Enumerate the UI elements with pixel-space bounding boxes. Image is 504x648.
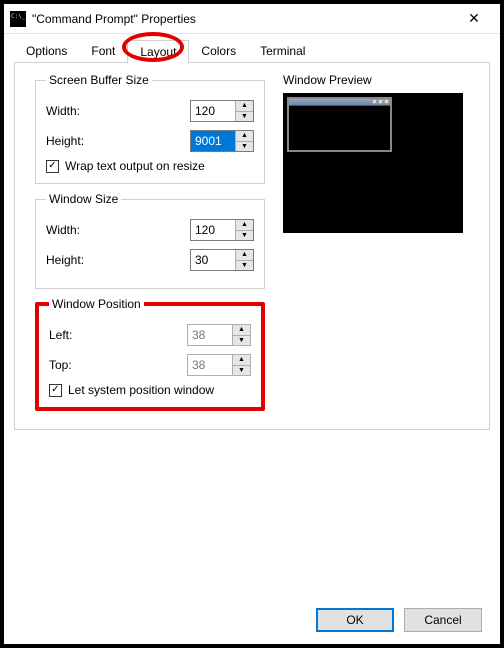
window-position-group: Window Position Left: ▲▼ Top: ▲▼ ✓ Let s… (35, 297, 265, 411)
spin-down-icon: ▼ (233, 366, 250, 376)
ok-button[interactable]: OK (316, 608, 394, 632)
buffer-height-input[interactable] (191, 131, 235, 151)
buffer-height-label: Height: (46, 134, 84, 148)
winsize-height-spinner[interactable]: ▲▼ (190, 249, 254, 271)
spin-up-icon: ▲ (233, 325, 250, 336)
winpos-left-spinner: ▲▼ (187, 324, 251, 346)
spin-down-icon[interactable]: ▼ (236, 231, 253, 241)
winsize-width-label: Width: (46, 223, 80, 237)
spinner-buttons[interactable]: ▲▼ (235, 101, 253, 121)
winpos-top-spinner: ▲▼ (187, 354, 251, 376)
winsize-height-input[interactable] (191, 250, 235, 270)
spinner-buttons[interactable]: ▲▼ (235, 131, 253, 151)
tab-font[interactable]: Font (79, 40, 127, 63)
spinner-buttons: ▲▼ (232, 355, 250, 375)
spin-up-icon[interactable]: ▲ (236, 220, 253, 231)
tab-strip: Options Font Layout Colors Terminal (4, 34, 500, 63)
title-bar: "Command Prompt" Properties ✕ (4, 4, 500, 34)
window-size-legend: Window Size (46, 192, 121, 206)
tab-options[interactable]: Options (14, 40, 79, 63)
buffer-width-spinner[interactable]: ▲▼ (190, 100, 254, 122)
system-position-checkbox[interactable]: ✓ (49, 384, 62, 397)
spin-down-icon[interactable]: ▼ (236, 112, 253, 122)
window-size-group: Window Size Width: ▲▼ Height: ▲▼ (35, 192, 265, 289)
window-title: "Command Prompt" Properties (32, 12, 454, 26)
spin-up-icon[interactable]: ▲ (236, 250, 253, 261)
spin-down-icon[interactable]: ▼ (236, 142, 253, 152)
system-position-label: Let system position window (68, 383, 214, 397)
spinner-buttons[interactable]: ▲▼ (235, 250, 253, 270)
screen-buffer-group: Screen Buffer Size Width: ▲▼ Height: ▲▼ … (35, 73, 265, 184)
spin-down-icon: ▼ (233, 336, 250, 346)
spin-up-icon[interactable]: ▲ (236, 101, 253, 112)
tab-content: Screen Buffer Size Width: ▲▼ Height: ▲▼ … (14, 63, 490, 430)
window-position-legend: Window Position (49, 297, 144, 311)
winpos-left-label: Left: (49, 328, 72, 342)
spinner-buttons: ▲▼ (232, 325, 250, 345)
cmd-icon (10, 11, 26, 27)
winpos-top-input (188, 355, 232, 375)
wrap-label: Wrap text output on resize (65, 159, 205, 173)
preview-mini-window (287, 97, 392, 152)
spin-down-icon[interactable]: ▼ (236, 261, 253, 271)
spin-up-icon[interactable]: ▲ (236, 131, 253, 142)
button-bar: OK Cancel (316, 608, 482, 632)
wrap-checkbox[interactable]: ✓ (46, 160, 59, 173)
winpos-left-input (188, 325, 232, 345)
screen-buffer-legend: Screen Buffer Size (46, 73, 152, 87)
window-preview (283, 93, 463, 233)
spinner-buttons[interactable]: ▲▼ (235, 220, 253, 240)
tab-terminal[interactable]: Terminal (248, 40, 317, 63)
tab-layout[interactable]: Layout (127, 40, 189, 64)
cancel-button[interactable]: Cancel (404, 608, 482, 632)
buffer-width-input[interactable] (191, 101, 235, 121)
buffer-height-spinner[interactable]: ▲▼ (190, 130, 254, 152)
spin-up-icon: ▲ (233, 355, 250, 366)
close-button[interactable]: ✕ (454, 5, 494, 33)
buffer-width-label: Width: (46, 104, 80, 118)
tab-colors[interactable]: Colors (189, 40, 248, 63)
winsize-height-label: Height: (46, 253, 84, 267)
winsize-width-input[interactable] (191, 220, 235, 240)
winpos-top-label: Top: (49, 358, 72, 372)
winsize-width-spinner[interactable]: ▲▼ (190, 219, 254, 241)
preview-label: Window Preview (283, 73, 463, 87)
